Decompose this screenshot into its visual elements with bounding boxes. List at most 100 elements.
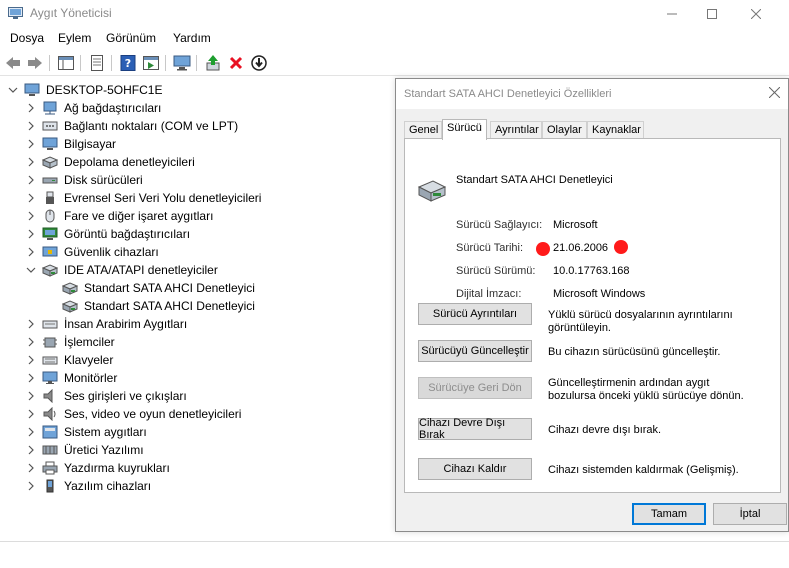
status-bar (0, 541, 789, 568)
tree-node[interactable]: Yazılım cihazları (26, 477, 151, 495)
toolbar: ? (0, 50, 789, 76)
menu-view[interactable]: Görünüm (106, 31, 156, 45)
chevron-right-icon[interactable] (26, 157, 36, 167)
storage-controller-icon (417, 180, 447, 202)
tree-node-label: Yazılım cihazları (64, 479, 152, 493)
menu-bar: Dosya Eylem Görünüm Yardım (0, 28, 789, 48)
tab-driver[interactable]: Sürücü (442, 119, 487, 140)
scan-hardware-button[interactable] (173, 54, 191, 72)
chevron-right-icon[interactable] (26, 337, 36, 347)
update-driver-icon (206, 55, 220, 71)
chevron-down-icon[interactable] (8, 85, 18, 95)
tree-node-label: IDE ATA/ATAPI denetleyiciler (64, 263, 218, 277)
disable-device-desc: Cihazı devre dışı bırak. (548, 424, 662, 436)
tree-node[interactable]: Görüntü bağdaştırıcıları (26, 225, 190, 243)
chevron-right-icon[interactable] (26, 139, 36, 149)
digital-signer-label: Dijital İmzacı: (456, 288, 522, 300)
enable-device-button[interactable] (250, 54, 268, 72)
uninstall-device-dialog-button[interactable]: Cihazı Kaldır (418, 458, 532, 480)
tree-node[interactable]: İşlemciler (26, 333, 115, 351)
forward-button[interactable] (26, 54, 44, 72)
tree-node[interactable]: IDE ATA/ATAPI denetleyiciler (26, 261, 218, 279)
tree-node[interactable]: Depolama denetleyicileri (26, 153, 195, 171)
chevron-right-icon[interactable] (26, 481, 36, 491)
tree-node[interactable]: Yazdırma kuyrukları (26, 459, 170, 477)
tree-node[interactable]: Disk sürücüleri (26, 171, 143, 189)
chevron-right-icon[interactable] (26, 409, 36, 419)
chevron-right-icon[interactable] (26, 391, 36, 401)
tree-root-label: DESKTOP-5OHFC1E (46, 83, 163, 97)
chevron-right-icon[interactable] (26, 463, 36, 473)
dialog-close-button[interactable] (766, 85, 782, 101)
roll-back-driver-desc: Güncelleştirmenin ardından aygıt bozulur… (548, 377, 744, 402)
ok-button[interactable]: Tamam (632, 503, 706, 525)
tree-node[interactable]: Üretici Yazılımı (26, 441, 144, 459)
tree-node[interactable]: Ağ bağdaştırıcıları (26, 99, 161, 117)
tree-node[interactable]: İnsan Arabirim Aygıtları (26, 315, 187, 333)
tree-child-label: Standart SATA AHCI Denetleyici (84, 299, 255, 313)
chevron-right-icon[interactable] (26, 445, 36, 455)
chevron-right-icon[interactable] (26, 247, 36, 257)
maximize-icon (707, 9, 717, 19)
tab-general[interactable]: Genel (404, 121, 442, 139)
chevron-right-icon[interactable] (26, 175, 36, 185)
tree-node[interactable]: Sistem aygıtları (26, 423, 147, 441)
tree-node[interactable]: Bağlantı noktaları (COM ve LPT) (26, 117, 238, 135)
processor-icon (42, 335, 58, 349)
tree-node[interactable]: Bilgisayar (26, 135, 116, 153)
chevron-right-icon[interactable] (26, 193, 36, 203)
chevron-right-icon[interactable] (26, 211, 36, 221)
tree-node[interactable]: Ses girişleri ve çıkışları (26, 387, 187, 405)
tree-node-label: İnsan Arabirim Aygıtları (64, 317, 188, 331)
back-button[interactable] (4, 54, 22, 72)
tree-node[interactable]: Klavyeler (26, 351, 113, 369)
properties-button[interactable] (88, 54, 106, 72)
tree-node[interactable]: Güvenlik cihazları (26, 243, 159, 261)
tree-node-label: Fare ve diğer işaret aygıtları (64, 209, 214, 223)
roll-back-driver-button[interactable]: Sürücüye Geri Dön (418, 377, 532, 399)
tab-events[interactable]: Olaylar (542, 121, 587, 139)
update-driver-desc: Bu cihazın sürücüsünü güncelleştir. (548, 346, 721, 358)
tree-child-node[interactable]: Standart SATA AHCI Denetleyici (62, 279, 255, 297)
chevron-right-icon[interactable] (26, 427, 36, 437)
tree-node-label: Depolama denetleyicileri (64, 155, 195, 169)
title-bar[interactable]: Aygıt Yöneticisi (0, 0, 789, 28)
menu-action[interactable]: Eylem (58, 31, 91, 45)
tree-child-label: Standart SATA AHCI Denetleyici (84, 281, 255, 295)
tab-resources[interactable]: Kaynaklar (587, 121, 644, 139)
show-hide-console-tree-button[interactable] (57, 54, 75, 72)
download-circle-icon (251, 55, 267, 71)
update-driver-button[interactable] (204, 54, 222, 72)
tree-root[interactable]: DESKTOP-5OHFC1E (8, 81, 162, 99)
maximize-button[interactable] (689, 0, 735, 28)
chevron-right-icon[interactable] (26, 229, 36, 239)
driver-details-button[interactable]: Sürücü Ayrıntıları (418, 303, 532, 325)
tree-node-label: İşlemciler (64, 335, 115, 349)
chevron-right-icon[interactable] (26, 121, 36, 131)
update-driver-dialog-button[interactable]: Sürücüyü Güncelleştir (418, 340, 532, 362)
action-pane-button[interactable] (142, 54, 160, 72)
cancel-button[interactable]: İptal (713, 503, 787, 525)
menu-help[interactable]: Yardım (173, 31, 211, 45)
menu-file[interactable]: Dosya (10, 31, 44, 45)
tree-node-label: Monitörler (64, 371, 118, 385)
chevron-right-icon[interactable] (26, 355, 36, 365)
tree-node[interactable]: Evrensel Seri Veri Yolu denetleyicileri (26, 189, 261, 207)
tab-details[interactable]: Ayrıntılar (490, 121, 542, 139)
chevron-right-icon[interactable] (26, 103, 36, 113)
help-button[interactable]: ? (119, 54, 137, 72)
disable-device-button[interactable]: Cihazı Devre Dışı Bırak (418, 417, 532, 441)
chevron-right-icon[interactable] (26, 373, 36, 383)
dialog-title-bar[interactable]: Standart SATA AHCI Denetleyici Özellikle… (396, 79, 788, 109)
tree-node[interactable]: Fare ve diğer işaret aygıtları (26, 207, 213, 225)
chevron-right-icon[interactable] (26, 319, 36, 329)
close-window-button[interactable] (733, 0, 779, 28)
storage-controller-icon (42, 155, 58, 169)
forward-arrow-icon (28, 57, 42, 69)
uninstall-device-button[interactable] (227, 54, 245, 72)
tree-node[interactable]: Ses, video ve oyun denetleyicileri (26, 405, 241, 423)
tree-node[interactable]: Monitörler (26, 369, 117, 387)
chevron-down-icon[interactable] (26, 265, 36, 275)
tree-child-node[interactable]: Standart SATA AHCI Denetleyici (62, 297, 255, 315)
dialog-title: Standart SATA AHCI Denetleyici Özellikle… (404, 88, 612, 100)
